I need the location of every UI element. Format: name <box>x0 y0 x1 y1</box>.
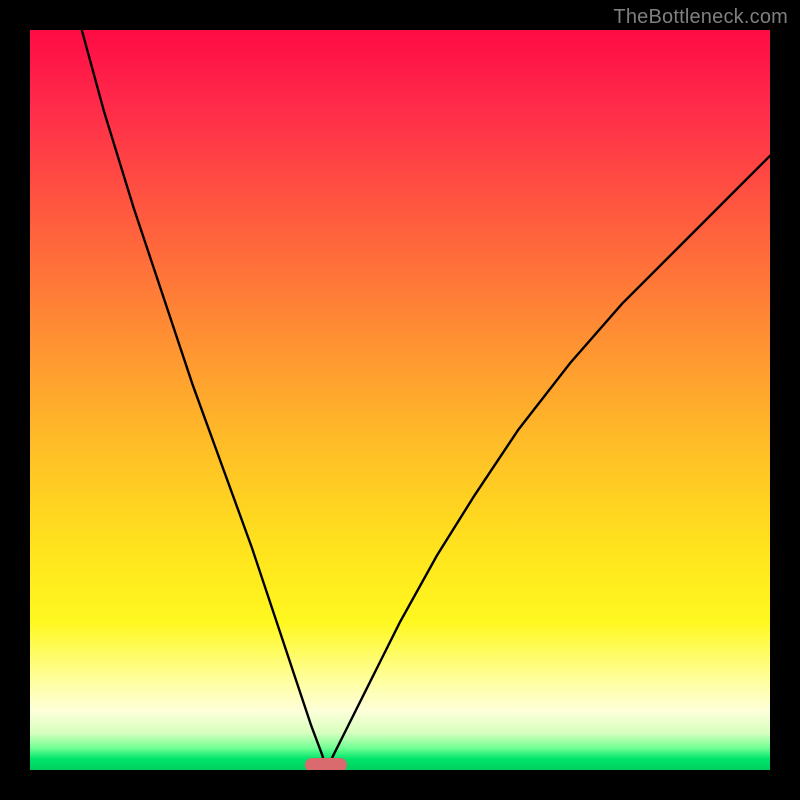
curve-right-branch <box>326 156 770 770</box>
watermark-text: TheBottleneck.com <box>613 6 788 29</box>
chart-frame: TheBottleneck.com <box>0 0 800 800</box>
curve-left-branch <box>82 30 326 770</box>
bottleneck-curve <box>30 30 770 770</box>
plot-area <box>30 30 770 770</box>
minimum-marker <box>305 758 347 770</box>
